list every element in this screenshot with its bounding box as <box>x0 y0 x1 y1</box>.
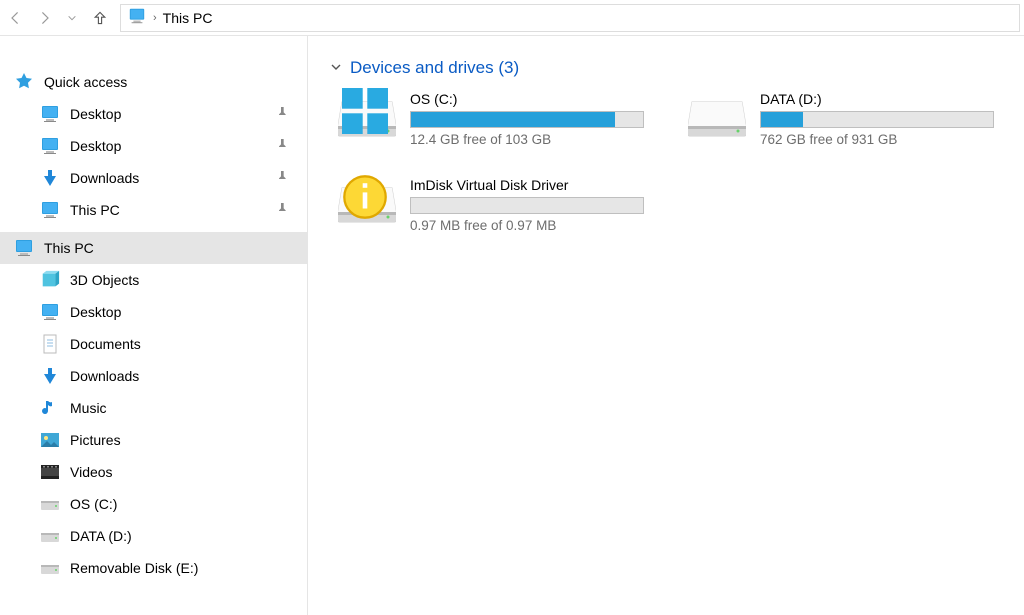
drive-name: OS (C:) <box>410 91 668 107</box>
sidebar-quick-access[interactable]: Quick access <box>0 66 307 98</box>
sidebar-item-label: Desktop <box>70 106 121 122</box>
sidebar-item-label: 3D Objects <box>70 272 139 288</box>
sidebar-item-label: Quick access <box>44 74 127 90</box>
hdd-icon <box>40 494 60 514</box>
cube-icon <box>40 270 60 290</box>
sidebar-item-label: Videos <box>70 464 113 480</box>
sidebar-desktop[interactable]: Desktop <box>0 296 307 328</box>
sidebar-item-label: Downloads <box>70 368 139 384</box>
sidebar-qa-downloads[interactable]: Downloads <box>0 162 307 194</box>
usage-bar <box>410 111 644 128</box>
pin-icon <box>277 170 289 186</box>
monitor-icon <box>14 238 34 258</box>
breadcrumb[interactable]: › This PC <box>120 4 1020 32</box>
monitor-icon <box>40 200 60 220</box>
group-header[interactable]: Devices and drives (3) <box>330 58 1024 78</box>
group-title: Devices and drives (3) <box>350 58 519 78</box>
breadcrumb-location[interactable]: This PC <box>163 10 213 26</box>
drive-name: ImDisk Virtual Disk Driver <box>410 177 668 193</box>
sidebar-item-label: This PC <box>44 240 94 256</box>
drive-item-imdisk[interactable]: ImDisk Virtual Disk Driver 0.97 MB free … <box>338 176 668 234</box>
pin-icon <box>277 202 289 218</box>
pin-icon <box>277 106 289 122</box>
usage-bar <box>760 111 994 128</box>
sidebar-videos[interactable]: Videos <box>0 456 307 488</box>
document-icon <box>40 334 60 354</box>
drive-icon <box>338 90 396 148</box>
monitor-icon <box>40 136 60 156</box>
sidebar-qa-desktop-2[interactable]: Desktop <box>0 130 307 162</box>
sidebar-item-label: OS (C:) <box>70 496 117 512</box>
sidebar-drive-d[interactable]: DATA (D:) <box>0 520 307 552</box>
sidebar-item-label: Removable Disk (E:) <box>70 560 198 576</box>
download-icon <box>40 366 60 386</box>
back-button[interactable] <box>4 6 28 30</box>
drive-free-text: 762 GB free of 931 GB <box>760 132 1018 147</box>
usage-bar <box>410 197 644 214</box>
sidebar-item-label: Pictures <box>70 432 121 448</box>
download-icon <box>40 168 60 188</box>
hdd-icon <box>40 558 60 578</box>
music-icon <box>40 398 60 418</box>
sidebar-item-label: Downloads <box>70 170 139 186</box>
pin-icon <box>277 138 289 154</box>
sidebar-qa-desktop[interactable]: Desktop <box>0 98 307 130</box>
windows-icon <box>336 88 394 134</box>
chevron-down-icon <box>330 60 342 76</box>
drive-icon <box>688 90 746 148</box>
sidebar-item-label: This PC <box>70 202 120 218</box>
sidebar-item-label: Music <box>70 400 107 416</box>
up-button[interactable] <box>88 6 112 30</box>
monitor-icon <box>40 104 60 124</box>
sidebar-item-label: DATA (D:) <box>70 528 132 544</box>
sidebar-qa-this-pc[interactable]: This PC <box>0 194 307 226</box>
sidebar-drive-c[interactable]: OS (C:) <box>0 488 307 520</box>
sidebar-3d-objects[interactable]: 3D Objects <box>0 264 307 296</box>
monitor-icon <box>40 302 60 322</box>
pictures-icon <box>40 430 60 450</box>
sidebar-item-label: Desktop <box>70 304 121 320</box>
sidebar-item-label: Desktop <box>70 138 121 154</box>
address-bar: › This PC <box>0 0 1024 36</box>
sidebar-item-label: Documents <box>70 336 141 352</box>
sidebar-downloads[interactable]: Downloads <box>0 360 307 392</box>
chevron-right-icon: › <box>153 12 157 24</box>
recent-locations-dropdown[interactable] <box>60 6 84 30</box>
info-icon <box>336 174 394 220</box>
sidebar-documents[interactable]: Documents <box>0 328 307 360</box>
navigation-pane: Quick access Desktop Desktop Downloads T… <box>0 36 308 615</box>
sidebar-this-pc[interactable]: This PC <box>0 232 307 264</box>
forward-button[interactable] <box>32 6 56 30</box>
sidebar-music[interactable]: Music <box>0 392 307 424</box>
videos-icon <box>40 462 60 482</box>
content-pane: Devices and drives (3) OS (C:) 12.4 GB f… <box>308 36 1024 615</box>
drive-name: DATA (D:) <box>760 91 1018 107</box>
this-pc-icon <box>127 7 147 28</box>
drive-free-text: 12.4 GB free of 103 GB <box>410 132 668 147</box>
drive-icon <box>338 176 396 234</box>
sidebar-pictures[interactable]: Pictures <box>0 424 307 456</box>
hdd-icon <box>40 526 60 546</box>
drive-item-c[interactable]: OS (C:) 12.4 GB free of 103 GB <box>338 90 668 148</box>
sidebar-drive-e[interactable]: Removable Disk (E:) <box>0 552 307 584</box>
drive-item-d[interactable]: DATA (D:) 762 GB free of 931 GB <box>688 90 1018 148</box>
drive-free-text: 0.97 MB free of 0.97 MB <box>410 218 668 233</box>
star-icon <box>14 72 34 92</box>
